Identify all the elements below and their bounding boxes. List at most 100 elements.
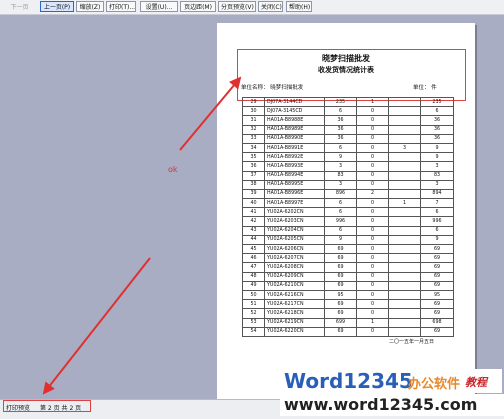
table-row: 33 HA01A-B8990E 36 0 36: [242, 133, 454, 144]
table-cell: 6: [420, 225, 454, 236]
preview-canvas: 晓梦扫描批发 收发货情况统计表 单位名称： 晓梦扫描批发 单位： 件 29 DJ0…: [0, 15, 504, 399]
table-cell: 996: [420, 216, 454, 227]
table-row: 53 YU02A-6219CN 699 1 698: [242, 317, 454, 328]
table-cell: 0: [356, 234, 389, 246]
table-row: 30 DJ07A-3145CD 6 0 6: [242, 106, 454, 117]
table-cell: 34: [242, 142, 265, 154]
table-cell: 69: [324, 280, 357, 291]
table-cell: 0: [356, 124, 389, 135]
table-row: 48 YU02A-6209CN 69 0 69: [242, 271, 454, 282]
table-cell: 0: [356, 133, 389, 144]
table-cell: 47: [242, 262, 265, 273]
table-cell: 38: [242, 179, 265, 190]
table-cell: [388, 280, 421, 291]
table-cell: [388, 106, 421, 117]
table-cell: 32: [242, 124, 265, 135]
table-cell: 69: [420, 326, 454, 337]
table-cell: [388, 96, 421, 108]
table-cell: HA01A-B8989E: [264, 124, 325, 135]
table-cell: 69: [420, 253, 454, 264]
table-cell: 83: [324, 170, 357, 181]
table-cell: 69: [324, 253, 357, 264]
table-cell: 83: [420, 170, 454, 181]
table-cell: 0: [356, 271, 389, 282]
table-cell: 9: [324, 234, 357, 246]
table-cell: 42: [242, 216, 265, 227]
print-preview-toolbar: 下一页 上一页(P) 缩放(Z) 打印(T)... 设置(U)... 页边距(M…: [0, 0, 504, 15]
table-cell: 54: [242, 326, 265, 337]
margins-button[interactable]: 页边距(M): [180, 1, 216, 12]
table-cell: 0: [356, 216, 389, 227]
table-row: 35 HA01A-B8992E 9 0 9: [242, 152, 454, 163]
table-cell: 30: [242, 106, 265, 117]
table-cell: YU02A-6205CN: [264, 234, 325, 246]
table-cell: 0: [356, 115, 389, 126]
table-cell: 3: [388, 142, 421, 154]
table-cell: YU02A-6217CN: [264, 299, 325, 310]
watermark-tag: 教程: [465, 376, 487, 389]
table-cell: [388, 115, 421, 126]
table-row: 50 YU02A-6216CN 95 0 95: [242, 289, 454, 301]
table-cell: [388, 289, 421, 301]
table-cell: 43: [242, 225, 265, 236]
print-button[interactable]: 打印(T)...: [106, 1, 136, 12]
next-page-button[interactable]: 下一页: [2, 1, 37, 12]
table-cell: YU02A-6218CN: [264, 308, 325, 319]
table-cell: 2: [356, 188, 389, 200]
table-cell: 3: [324, 179, 357, 190]
help-button[interactable]: 帮助(H): [286, 1, 312, 12]
header-highlight-box: [237, 49, 466, 101]
table-row: 54 YU02A-6220CN 69 0 69: [242, 326, 454, 337]
preview-page: 晓梦扫描批发 收发货情况统计表 单位名称： 晓梦扫描批发 单位： 件 29 DJ0…: [217, 23, 475, 399]
table-cell: 6: [324, 142, 357, 154]
table-row: 41 YU02A-6202CN 6 0 6: [242, 207, 454, 218]
table-cell: [388, 133, 421, 144]
table-cell: 69: [324, 243, 357, 255]
table-cell: 0: [356, 262, 389, 273]
table-cell: [388, 170, 421, 181]
table-cell: 69: [420, 262, 454, 273]
close-button[interactable]: 关闭(C): [258, 1, 283, 12]
table-cell: 41: [242, 207, 265, 218]
table-cell: [388, 308, 421, 319]
table-cell: 996: [324, 216, 357, 227]
table-cell: 37: [242, 170, 265, 181]
table-cell: 6: [420, 106, 454, 117]
table-row: 42 YU02A-6203CN 996 0 996: [242, 216, 454, 227]
table-row: 52 YU02A-6218CN 69 0 69: [242, 308, 454, 319]
table-cell: 36: [324, 124, 357, 135]
setup-button[interactable]: 设置(U)...: [140, 1, 178, 12]
table-cell: [388, 124, 421, 135]
data-table: 29 DJ07A-3144CD 235 1 235 30 DJ07A-3145CD 6 0 6 31…: [242, 96, 454, 337]
watermark-logo: Word12345 办公软件 教程: [284, 369, 502, 393]
table-row: 45 YU02A-6206CN 69 0 69: [242, 243, 454, 255]
table-cell: 894: [420, 188, 454, 200]
table-cell: 36: [324, 115, 357, 126]
table-cell: 6: [324, 225, 357, 236]
table-cell: HA01A-B8991E: [264, 142, 325, 154]
table-cell: 0: [356, 243, 389, 255]
table-cell: 35: [242, 152, 265, 163]
table-cell: [388, 262, 421, 273]
table-cell: 49: [242, 280, 265, 291]
table-cell: 69: [324, 326, 357, 337]
table-row: 31 HA01A-B8988E 36 0 36: [242, 115, 454, 126]
table-row: 40 HA01A-B8997E 6 0 1 7: [242, 198, 454, 209]
table-cell: 0: [356, 170, 389, 181]
table-row: 29 DJ07A-3144CD 235 1 235: [242, 96, 454, 108]
table-cell: YU02A-6209CN: [264, 271, 325, 282]
table-cell: 7: [420, 198, 454, 209]
table-cell: 52: [242, 308, 265, 319]
table-cell: 896: [324, 188, 357, 200]
page-break-preview-button[interactable]: 分页预览(V): [218, 1, 256, 12]
table-cell: 36: [420, 133, 454, 144]
table-cell: 31: [242, 115, 265, 126]
table-row: 51 YU02A-6217CN 69 0 69: [242, 299, 454, 310]
table-cell: 0: [356, 152, 389, 163]
zoom-button[interactable]: 缩放(Z): [76, 1, 104, 12]
table-cell: 0: [356, 289, 389, 301]
table-cell: 36: [242, 161, 265, 172]
watermark-url: www.word12345.com: [284, 395, 478, 414]
previous-page-button[interactable]: 上一页(P): [40, 1, 74, 12]
table-cell: 699: [324, 317, 357, 328]
